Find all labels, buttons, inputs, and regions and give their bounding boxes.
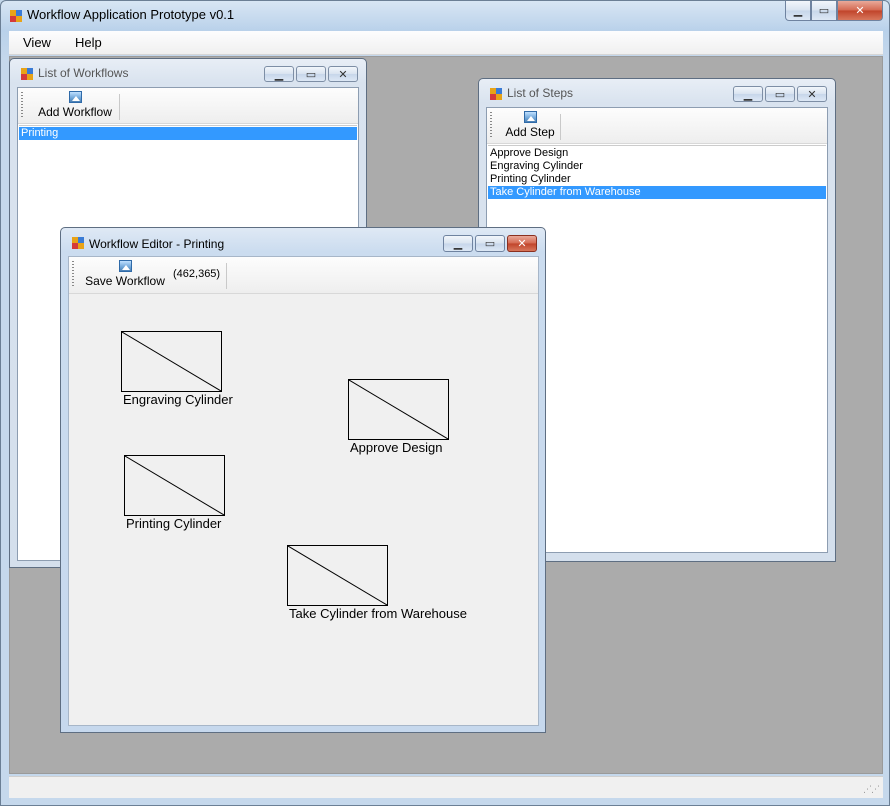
window-title: List of Steps: [507, 86, 574, 100]
window-title: List of Workflows: [38, 66, 129, 80]
minimize-icon: ▁: [274, 68, 284, 81]
minimize-button[interactable]: ▁: [733, 86, 763, 102]
toolbar-separator: [119, 94, 120, 120]
step-node-approve-design[interactable]: [348, 379, 449, 440]
toolbar-separator: [560, 114, 561, 140]
close-button[interactable]: ✕: [507, 235, 537, 252]
steps-toolbar: Add Step: [487, 108, 827, 144]
minimize-icon: ▁: [453, 238, 463, 250]
list-item[interactable]: Engraving Cylinder: [488, 160, 826, 173]
maximize-icon: ▭: [774, 88, 786, 101]
toolbar-grip[interactable]: [490, 112, 492, 138]
maximize-button[interactable]: ▭: [811, 1, 837, 21]
maximize-icon: ▭: [305, 68, 317, 81]
toolbar-separator: [226, 263, 227, 289]
step-label: Printing Cylinder: [126, 516, 222, 531]
workflows-toolbar: Add Workflow: [18, 88, 358, 124]
toolbar-grip[interactable]: [21, 92, 23, 118]
list-item[interactable]: Take Cylinder from Warehouse: [488, 186, 826, 199]
maximize-icon: ▭: [484, 238, 496, 250]
list-item[interactable]: Printing Cylinder: [488, 173, 826, 186]
window-title: Workflow Editor - Printing: [89, 237, 225, 251]
step-label: Take Cylinder from Warehouse: [289, 606, 467, 621]
close-button[interactable]: ✕: [797, 86, 827, 102]
editor-client: Save Workflow (462,365) Engraving Cylind…: [68, 256, 539, 726]
close-icon: ✕: [517, 238, 527, 250]
step-label: Engraving Cylinder: [123, 392, 233, 407]
step-node-printing-cylinder[interactable]: [124, 455, 225, 516]
minimize-button[interactable]: ▁: [785, 1, 811, 21]
image-icon: [68, 91, 82, 103]
menu-view[interactable]: View: [13, 35, 61, 50]
add-workflow-label: Add Workflow: [38, 105, 112, 119]
editor-window: Workflow Editor - Printing ▁ ▭ ✕ Save Wo…: [60, 227, 546, 733]
image-icon: [523, 111, 537, 123]
coordinates-readout: (462,365): [173, 268, 221, 280]
app-icon: [21, 68, 33, 80]
app-icon: [10, 10, 22, 22]
list-item[interactable]: Printing: [19, 127, 357, 140]
maximize-button[interactable]: ▭: [765, 86, 795, 102]
window-title: Workflow Application Prototype v0.1: [27, 7, 235, 22]
minimize-icon: ▁: [743, 88, 753, 101]
editor-toolbar: Save Workflow (462,365): [69, 257, 538, 294]
maximize-button[interactable]: ▭: [475, 235, 505, 252]
app-icon: [490, 88, 502, 100]
workflow-canvas[interactable]: Engraving Cylinder Approve Design Printi…: [69, 294, 538, 725]
placeholder-image-icon: [122, 332, 221, 391]
save-workflow-button[interactable]: Save Workflow: [83, 260, 167, 288]
close-icon: ✕: [807, 88, 817, 101]
save-workflow-label: Save Workflow: [85, 274, 165, 288]
step-label: Approve Design: [350, 440, 443, 455]
step-node-take-cylinder-from-warehouse[interactable]: [287, 545, 388, 606]
placeholder-image-icon: [349, 380, 448, 439]
list-item[interactable]: Approve Design: [488, 147, 826, 160]
close-icon: ✕: [855, 5, 865, 17]
image-icon: [118, 260, 132, 272]
step-node-engraving-cylinder[interactable]: [121, 331, 222, 392]
toolbar-grip[interactable]: [72, 261, 74, 287]
close-icon: ✕: [338, 68, 348, 81]
app-icon: [72, 237, 84, 249]
close-button[interactable]: ✕: [328, 66, 358, 82]
minimize-icon: ▁: [793, 5, 803, 17]
menu-bar: View Help: [9, 31, 883, 55]
maximize-button[interactable]: ▭: [296, 66, 326, 82]
status-bar: ⋰⋰: [9, 776, 883, 798]
add-workflow-button[interactable]: Add Workflow: [32, 91, 118, 119]
maximize-icon: ▭: [818, 5, 830, 17]
placeholder-image-icon: [125, 456, 224, 515]
minimize-button[interactable]: ▁: [443, 235, 473, 252]
menu-help[interactable]: Help: [65, 35, 112, 50]
minimize-button[interactable]: ▁: [264, 66, 294, 82]
add-step-button[interactable]: Add Step: [501, 111, 559, 139]
resize-grip-icon[interactable]: ⋰⋰: [863, 784, 880, 795]
close-button[interactable]: ✕: [837, 1, 883, 21]
add-step-label: Add Step: [505, 125, 555, 139]
placeholder-image-icon: [288, 546, 387, 605]
